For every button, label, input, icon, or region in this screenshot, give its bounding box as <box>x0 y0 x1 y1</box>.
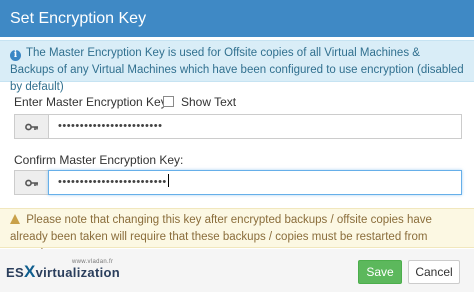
warning-alert: Please note that changing this key after… <box>0 208 474 260</box>
dialog-title-text: Set Encryption Key <box>10 10 147 27</box>
master-key-input-group: •••••••••••••••••••••••• <box>14 114 462 139</box>
confirm-key-input-group: ••••••••••••••••••••••••• <box>14 170 462 195</box>
dialog-title: Set Encryption Key <box>0 0 474 37</box>
warning-triangle-icon <box>10 214 20 224</box>
watermark-x: X <box>23 262 36 281</box>
watermark-url: www.vladan.fr <box>72 259 114 265</box>
confirm-key-input[interactable]: ••••••••••••••••••••••••• <box>48 170 462 195</box>
watermark-virtualization: virtualization <box>35 265 120 280</box>
cancel-button[interactable]: Cancel <box>408 260 460 284</box>
key-icon <box>14 114 48 139</box>
confirm-key-value: ••••••••••••••••••••••••• <box>58 176 167 188</box>
info-circle-icon: i <box>10 50 21 61</box>
text-caret <box>167 174 169 187</box>
master-key-label: Enter Master Encryption Key: <box>14 95 171 109</box>
show-text-label[interactable]: Show Text <box>181 95 236 109</box>
info-alert: i The Master Encryption Key is used for … <box>0 40 474 93</box>
key-icon <box>14 170 48 195</box>
watermark-es: ES <box>6 265 24 280</box>
confirm-key-label: Confirm Master Encryption Key: <box>14 153 184 167</box>
info-text: The Master Encryption Key is used for Of… <box>10 47 464 93</box>
watermark-logo: ESXvirtualization www.vladan.fr <box>6 259 120 282</box>
show-text-checkbox[interactable] <box>163 96 174 107</box>
save-button[interactable]: Save <box>358 260 402 284</box>
master-key-input[interactable]: •••••••••••••••••••••••• <box>48 114 462 139</box>
